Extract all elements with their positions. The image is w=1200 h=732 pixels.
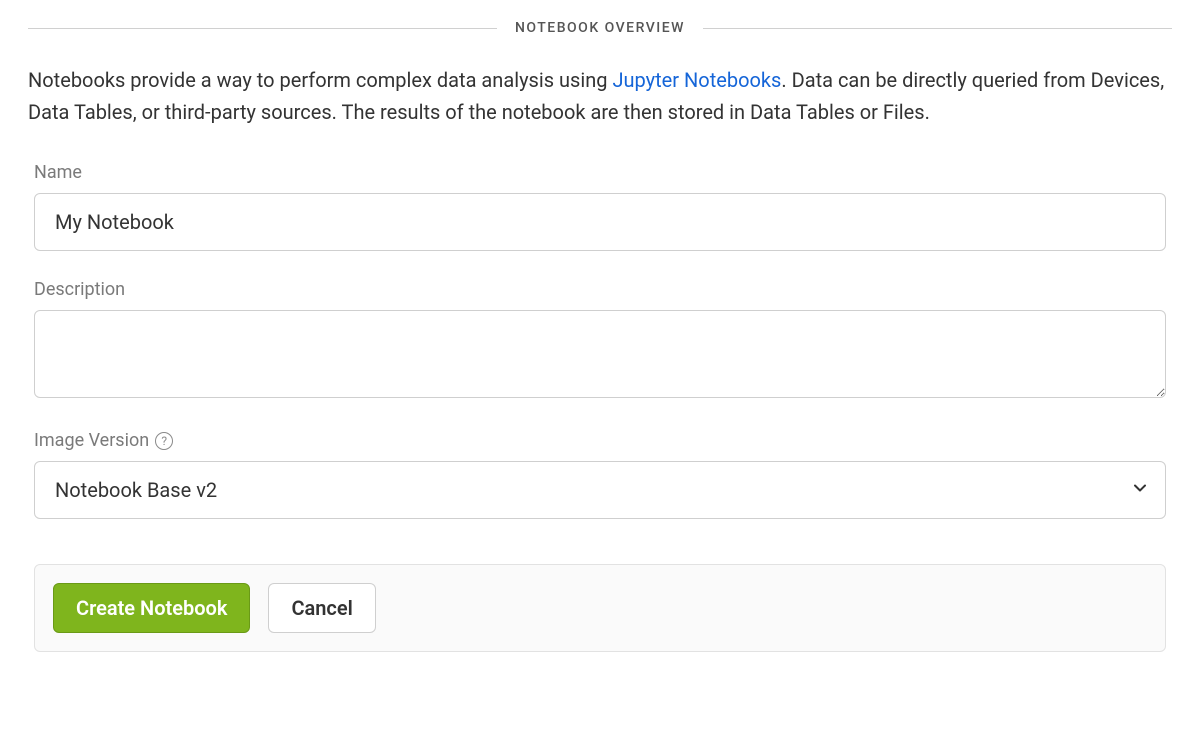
divider-right bbox=[703, 28, 1172, 29]
cancel-button[interactable]: Cancel bbox=[268, 583, 375, 633]
image-version-label: Image Version ? bbox=[34, 430, 1166, 451]
description-input[interactable] bbox=[34, 310, 1166, 398]
create-notebook-button[interactable]: Create Notebook bbox=[53, 583, 250, 633]
action-bar: Create Notebook Cancel bbox=[34, 564, 1166, 652]
name-label: Name bbox=[34, 162, 1166, 183]
name-input[interactable] bbox=[34, 193, 1166, 251]
section-title: NOTEBOOK OVERVIEW bbox=[497, 20, 703, 36]
intro-text: Notebooks provide a way to perform compl… bbox=[28, 64, 1172, 128]
description-label: Description bbox=[34, 279, 1166, 300]
help-icon[interactable]: ? bbox=[155, 432, 173, 450]
image-version-select-wrapper: Notebook Base v2 bbox=[34, 461, 1166, 519]
image-version-label-text: Image Version bbox=[34, 430, 149, 451]
name-group: Name bbox=[28, 162, 1172, 251]
section-header: NOTEBOOK OVERVIEW bbox=[28, 20, 1172, 36]
intro-before: Notebooks provide a way to perform compl… bbox=[28, 68, 612, 92]
jupyter-notebooks-link[interactable]: Jupyter Notebooks bbox=[612, 68, 781, 92]
divider-left bbox=[28, 28, 497, 29]
image-version-select[interactable]: Notebook Base v2 bbox=[34, 461, 1166, 519]
description-group: Description bbox=[28, 279, 1172, 402]
image-version-group: Image Version ? Notebook Base v2 bbox=[28, 430, 1172, 519]
